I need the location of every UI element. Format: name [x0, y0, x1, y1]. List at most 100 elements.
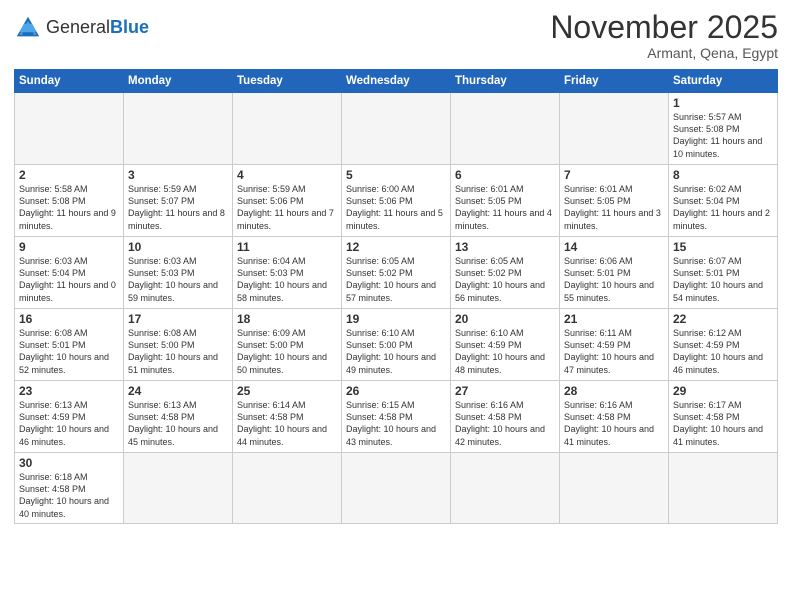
day-number: 8	[673, 168, 773, 182]
day-cell: 17Sunrise: 6:08 AM Sunset: 5:00 PM Dayli…	[124, 309, 233, 381]
day-number: 18	[237, 312, 337, 326]
day-number: 23	[19, 384, 119, 398]
day-cell: 3Sunrise: 5:59 AM Sunset: 5:07 PM Daylig…	[124, 165, 233, 237]
day-cell	[124, 453, 233, 524]
day-info: Sunrise: 5:58 AM Sunset: 5:08 PM Dayligh…	[19, 183, 119, 232]
day-info: Sunrise: 6:03 AM Sunset: 5:03 PM Dayligh…	[128, 255, 228, 304]
day-cell: 28Sunrise: 6:16 AM Sunset: 4:58 PM Dayli…	[560, 381, 669, 453]
day-cell: 9Sunrise: 6:03 AM Sunset: 5:04 PM Daylig…	[15, 237, 124, 309]
day-number: 26	[346, 384, 446, 398]
day-cell: 19Sunrise: 6:10 AM Sunset: 5:00 PM Dayli…	[342, 309, 451, 381]
day-info: Sunrise: 5:57 AM Sunset: 5:08 PM Dayligh…	[673, 111, 773, 160]
day-cell	[233, 93, 342, 165]
day-number: 2	[19, 168, 119, 182]
day-cell: 20Sunrise: 6:10 AM Sunset: 4:59 PM Dayli…	[451, 309, 560, 381]
day-number: 12	[346, 240, 446, 254]
weekday-header-wednesday: Wednesday	[342, 70, 451, 93]
day-cell: 27Sunrise: 6:16 AM Sunset: 4:58 PM Dayli…	[451, 381, 560, 453]
day-number: 7	[564, 168, 664, 182]
calendar: SundayMondayTuesdayWednesdayThursdayFrid…	[14, 69, 778, 524]
day-cell: 15Sunrise: 6:07 AM Sunset: 5:01 PM Dayli…	[669, 237, 778, 309]
logo-general: General	[46, 17, 110, 37]
day-number: 17	[128, 312, 228, 326]
day-number: 11	[237, 240, 337, 254]
day-info: Sunrise: 6:08 AM Sunset: 5:01 PM Dayligh…	[19, 327, 119, 376]
day-cell: 12Sunrise: 6:05 AM Sunset: 5:02 PM Dayli…	[342, 237, 451, 309]
day-cell: 8Sunrise: 6:02 AM Sunset: 5:04 PM Daylig…	[669, 165, 778, 237]
week-row-2: 9Sunrise: 6:03 AM Sunset: 5:04 PM Daylig…	[15, 237, 778, 309]
week-row-5: 30Sunrise: 6:18 AM Sunset: 4:58 PM Dayli…	[15, 453, 778, 524]
week-row-3: 16Sunrise: 6:08 AM Sunset: 5:01 PM Dayli…	[15, 309, 778, 381]
day-info: Sunrise: 6:07 AM Sunset: 5:01 PM Dayligh…	[673, 255, 773, 304]
week-row-1: 2Sunrise: 5:58 AM Sunset: 5:08 PM Daylig…	[15, 165, 778, 237]
day-info: Sunrise: 6:03 AM Sunset: 5:04 PM Dayligh…	[19, 255, 119, 304]
day-number: 6	[455, 168, 555, 182]
day-number: 29	[673, 384, 773, 398]
day-info: Sunrise: 6:14 AM Sunset: 4:58 PM Dayligh…	[237, 399, 337, 448]
day-cell: 1Sunrise: 5:57 AM Sunset: 5:08 PM Daylig…	[669, 93, 778, 165]
day-number: 1	[673, 96, 773, 110]
day-number: 30	[19, 456, 119, 470]
day-cell: 26Sunrise: 6:15 AM Sunset: 4:58 PM Dayli…	[342, 381, 451, 453]
weekday-header-sunday: Sunday	[15, 70, 124, 93]
day-number: 4	[237, 168, 337, 182]
logo-text: GeneralBlue	[46, 18, 149, 38]
week-row-0: 1Sunrise: 5:57 AM Sunset: 5:08 PM Daylig…	[15, 93, 778, 165]
day-number: 15	[673, 240, 773, 254]
day-info: Sunrise: 6:16 AM Sunset: 4:58 PM Dayligh…	[564, 399, 664, 448]
day-number: 22	[673, 312, 773, 326]
day-cell: 30Sunrise: 6:18 AM Sunset: 4:58 PM Dayli…	[15, 453, 124, 524]
day-number: 9	[19, 240, 119, 254]
day-number: 21	[564, 312, 664, 326]
day-cell	[342, 93, 451, 165]
day-number: 13	[455, 240, 555, 254]
logo-icon	[14, 14, 42, 42]
day-cell	[342, 453, 451, 524]
day-cell: 2Sunrise: 5:58 AM Sunset: 5:08 PM Daylig…	[15, 165, 124, 237]
day-cell: 10Sunrise: 6:03 AM Sunset: 5:03 PM Dayli…	[124, 237, 233, 309]
day-cell: 16Sunrise: 6:08 AM Sunset: 5:01 PM Dayli…	[15, 309, 124, 381]
day-info: Sunrise: 6:17 AM Sunset: 4:58 PM Dayligh…	[673, 399, 773, 448]
day-cell	[560, 453, 669, 524]
day-cell	[15, 93, 124, 165]
day-info: Sunrise: 6:00 AM Sunset: 5:06 PM Dayligh…	[346, 183, 446, 232]
day-cell	[124, 93, 233, 165]
day-number: 28	[564, 384, 664, 398]
day-info: Sunrise: 6:05 AM Sunset: 5:02 PM Dayligh…	[346, 255, 446, 304]
day-info: Sunrise: 6:10 AM Sunset: 4:59 PM Dayligh…	[455, 327, 555, 376]
weekday-header-friday: Friday	[560, 70, 669, 93]
day-number: 25	[237, 384, 337, 398]
day-number: 19	[346, 312, 446, 326]
day-info: Sunrise: 6:15 AM Sunset: 4:58 PM Dayligh…	[346, 399, 446, 448]
day-cell: 7Sunrise: 6:01 AM Sunset: 5:05 PM Daylig…	[560, 165, 669, 237]
weekday-header-thursday: Thursday	[451, 70, 560, 93]
day-cell: 21Sunrise: 6:11 AM Sunset: 4:59 PM Dayli…	[560, 309, 669, 381]
day-number: 16	[19, 312, 119, 326]
day-number: 20	[455, 312, 555, 326]
logo-blue: Blue	[110, 17, 149, 37]
day-info: Sunrise: 6:13 AM Sunset: 4:58 PM Dayligh…	[128, 399, 228, 448]
day-info: Sunrise: 5:59 AM Sunset: 5:06 PM Dayligh…	[237, 183, 337, 232]
day-info: Sunrise: 6:16 AM Sunset: 4:58 PM Dayligh…	[455, 399, 555, 448]
day-info: Sunrise: 6:13 AM Sunset: 4:59 PM Dayligh…	[19, 399, 119, 448]
weekday-header-monday: Monday	[124, 70, 233, 93]
day-number: 24	[128, 384, 228, 398]
day-cell	[451, 93, 560, 165]
week-row-4: 23Sunrise: 6:13 AM Sunset: 4:59 PM Dayli…	[15, 381, 778, 453]
header: GeneralBlue November 2025 Armant, Qena, …	[14, 10, 778, 61]
day-cell: 5Sunrise: 6:00 AM Sunset: 5:06 PM Daylig…	[342, 165, 451, 237]
day-cell	[669, 453, 778, 524]
logo: GeneralBlue	[14, 14, 149, 42]
day-info: Sunrise: 6:06 AM Sunset: 5:01 PM Dayligh…	[564, 255, 664, 304]
day-cell: 29Sunrise: 6:17 AM Sunset: 4:58 PM Dayli…	[669, 381, 778, 453]
day-info: Sunrise: 6:12 AM Sunset: 4:59 PM Dayligh…	[673, 327, 773, 376]
day-cell	[560, 93, 669, 165]
day-cell: 23Sunrise: 6:13 AM Sunset: 4:59 PM Dayli…	[15, 381, 124, 453]
day-cell: 4Sunrise: 5:59 AM Sunset: 5:06 PM Daylig…	[233, 165, 342, 237]
weekday-header-saturday: Saturday	[669, 70, 778, 93]
day-info: Sunrise: 6:05 AM Sunset: 5:02 PM Dayligh…	[455, 255, 555, 304]
day-cell: 24Sunrise: 6:13 AM Sunset: 4:58 PM Dayli…	[124, 381, 233, 453]
weekday-header-tuesday: Tuesday	[233, 70, 342, 93]
day-number: 10	[128, 240, 228, 254]
weekday-header-row: SundayMondayTuesdayWednesdayThursdayFrid…	[15, 70, 778, 93]
